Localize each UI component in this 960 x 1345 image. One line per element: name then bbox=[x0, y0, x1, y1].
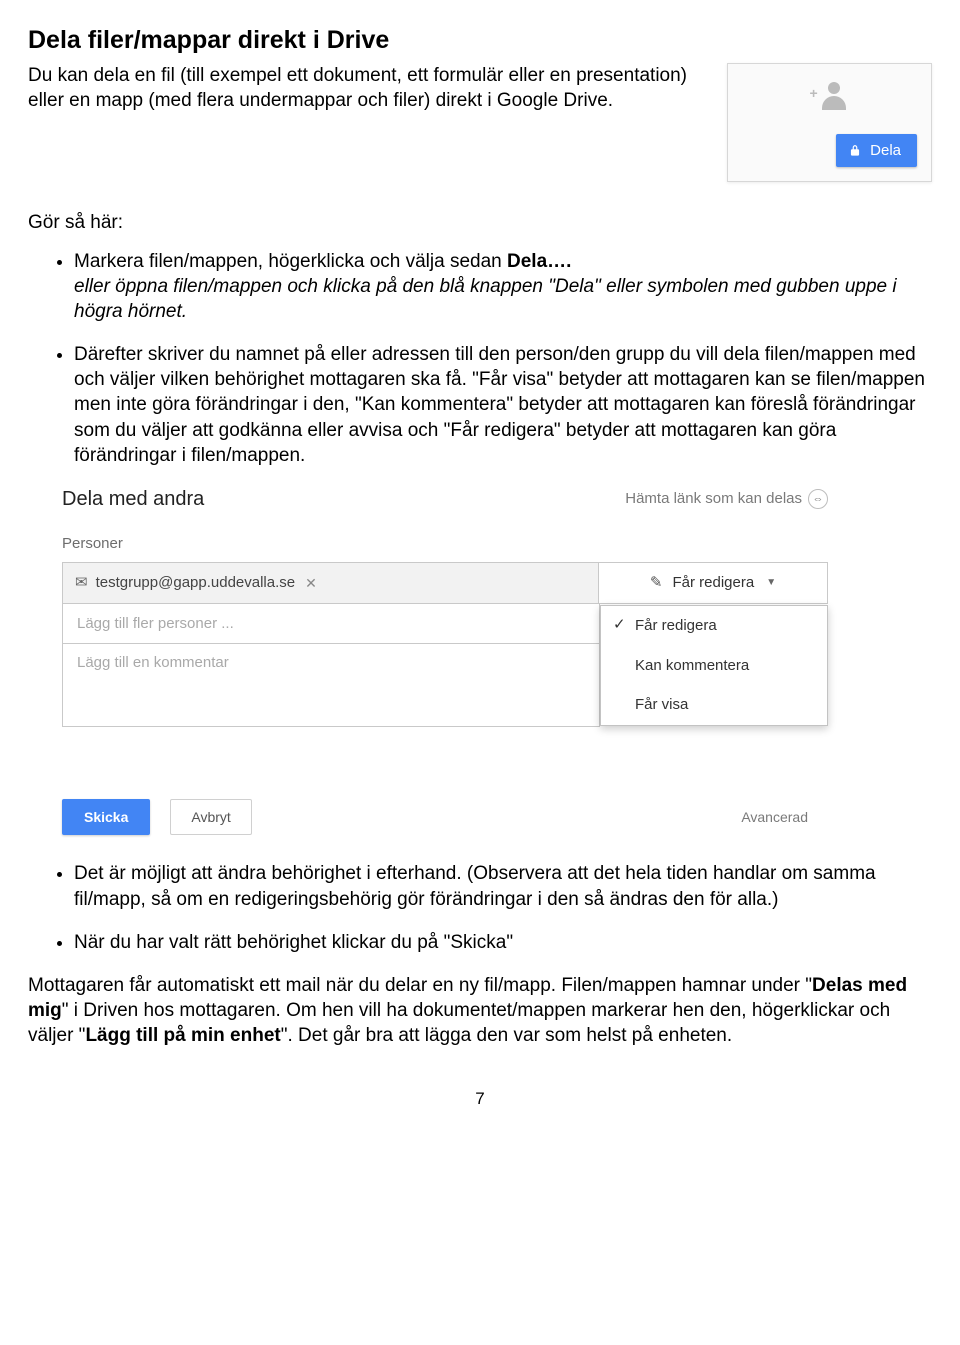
instruction-item-2: Därefter skriver du namnet på eller adre… bbox=[74, 342, 932, 467]
people-input[interactable]: ✉ testgrupp@gapp.uddevalla.se ✕ bbox=[63, 563, 599, 603]
option-can-edit[interactable]: Får redigera bbox=[601, 606, 827, 646]
get-shareable-link[interactable]: Hämta länk som kan delas ⇔ bbox=[625, 489, 828, 509]
option-can-view[interactable]: Får visa bbox=[601, 685, 827, 725]
page-title: Dela filer/mappar direkt i Drive bbox=[28, 24, 932, 57]
instruction-item-1: Markera filen/mappen, högerklicka och vä… bbox=[74, 249, 932, 324]
cancel-button[interactable]: Avbryt bbox=[170, 799, 251, 835]
envelope-icon: ✉ bbox=[75, 573, 88, 593]
link-share-label: Hämta länk som kan delas bbox=[625, 489, 802, 509]
after-bullet-2: När du har valt rätt behörighet klickar … bbox=[74, 930, 932, 955]
instructions-lead: Gör så här: bbox=[28, 210, 932, 235]
option-can-comment[interactable]: Kan kommentera bbox=[601, 646, 827, 686]
intro-paragraph: Du kan dela en fil (till exempel ett dok… bbox=[28, 63, 709, 113]
send-button[interactable]: Skicka bbox=[62, 799, 150, 835]
text: Mottagaren får automatiskt ett mail när … bbox=[28, 975, 812, 996]
person-add-icon: + bbox=[812, 82, 848, 112]
share-button[interactable]: Dela bbox=[836, 134, 917, 167]
lock-icon bbox=[848, 144, 862, 158]
share-dialog: Dela med andra Hämta länk som kan delas … bbox=[62, 486, 828, 836]
comment-input[interactable]: Lägg till en kommentar bbox=[62, 643, 600, 727]
permission-label: Får redigera bbox=[672, 573, 754, 593]
bold-text: Dela…. bbox=[507, 251, 571, 272]
pencil-icon: ✎ bbox=[650, 573, 663, 593]
closing-paragraph: Mottagaren får automatiskt ett mail när … bbox=[28, 973, 932, 1048]
bold-text: Lägg till på min enhet bbox=[85, 1025, 280, 1046]
text: Markera filen/mappen, högerklicka och vä… bbox=[74, 251, 507, 272]
permission-dropdown-button[interactable]: ✎ Får redigera ▼ bbox=[599, 563, 827, 603]
email-chip: testgrupp@gapp.uddevalla.se bbox=[96, 573, 296, 593]
add-more-people-input[interactable]: Lägg till fler personer ... bbox=[62, 604, 600, 645]
permission-dropdown: Får redigera Kan kommentera Får visa bbox=[600, 605, 828, 726]
chevron-down-icon: ▼ bbox=[766, 576, 776, 589]
share-button-label: Dela bbox=[870, 142, 901, 159]
share-widget-card: + Dela bbox=[727, 63, 932, 182]
after-bullet-1: Det är möjligt att ändra behörighet i ef… bbox=[74, 861, 932, 911]
text: ". Det går bra att lägga den var som hel… bbox=[281, 1025, 732, 1046]
advanced-link[interactable]: Avancerad bbox=[741, 808, 808, 826]
italic-text: eller öppna filen/mappen och klicka på d… bbox=[74, 276, 897, 322]
dialog-title: Dela med andra bbox=[62, 486, 204, 512]
link-icon: ⇔ bbox=[808, 489, 828, 509]
page-number: 7 bbox=[28, 1088, 932, 1110]
chip-remove-icon[interactable]: ✕ bbox=[305, 574, 317, 592]
persons-label: Personer bbox=[62, 534, 828, 554]
